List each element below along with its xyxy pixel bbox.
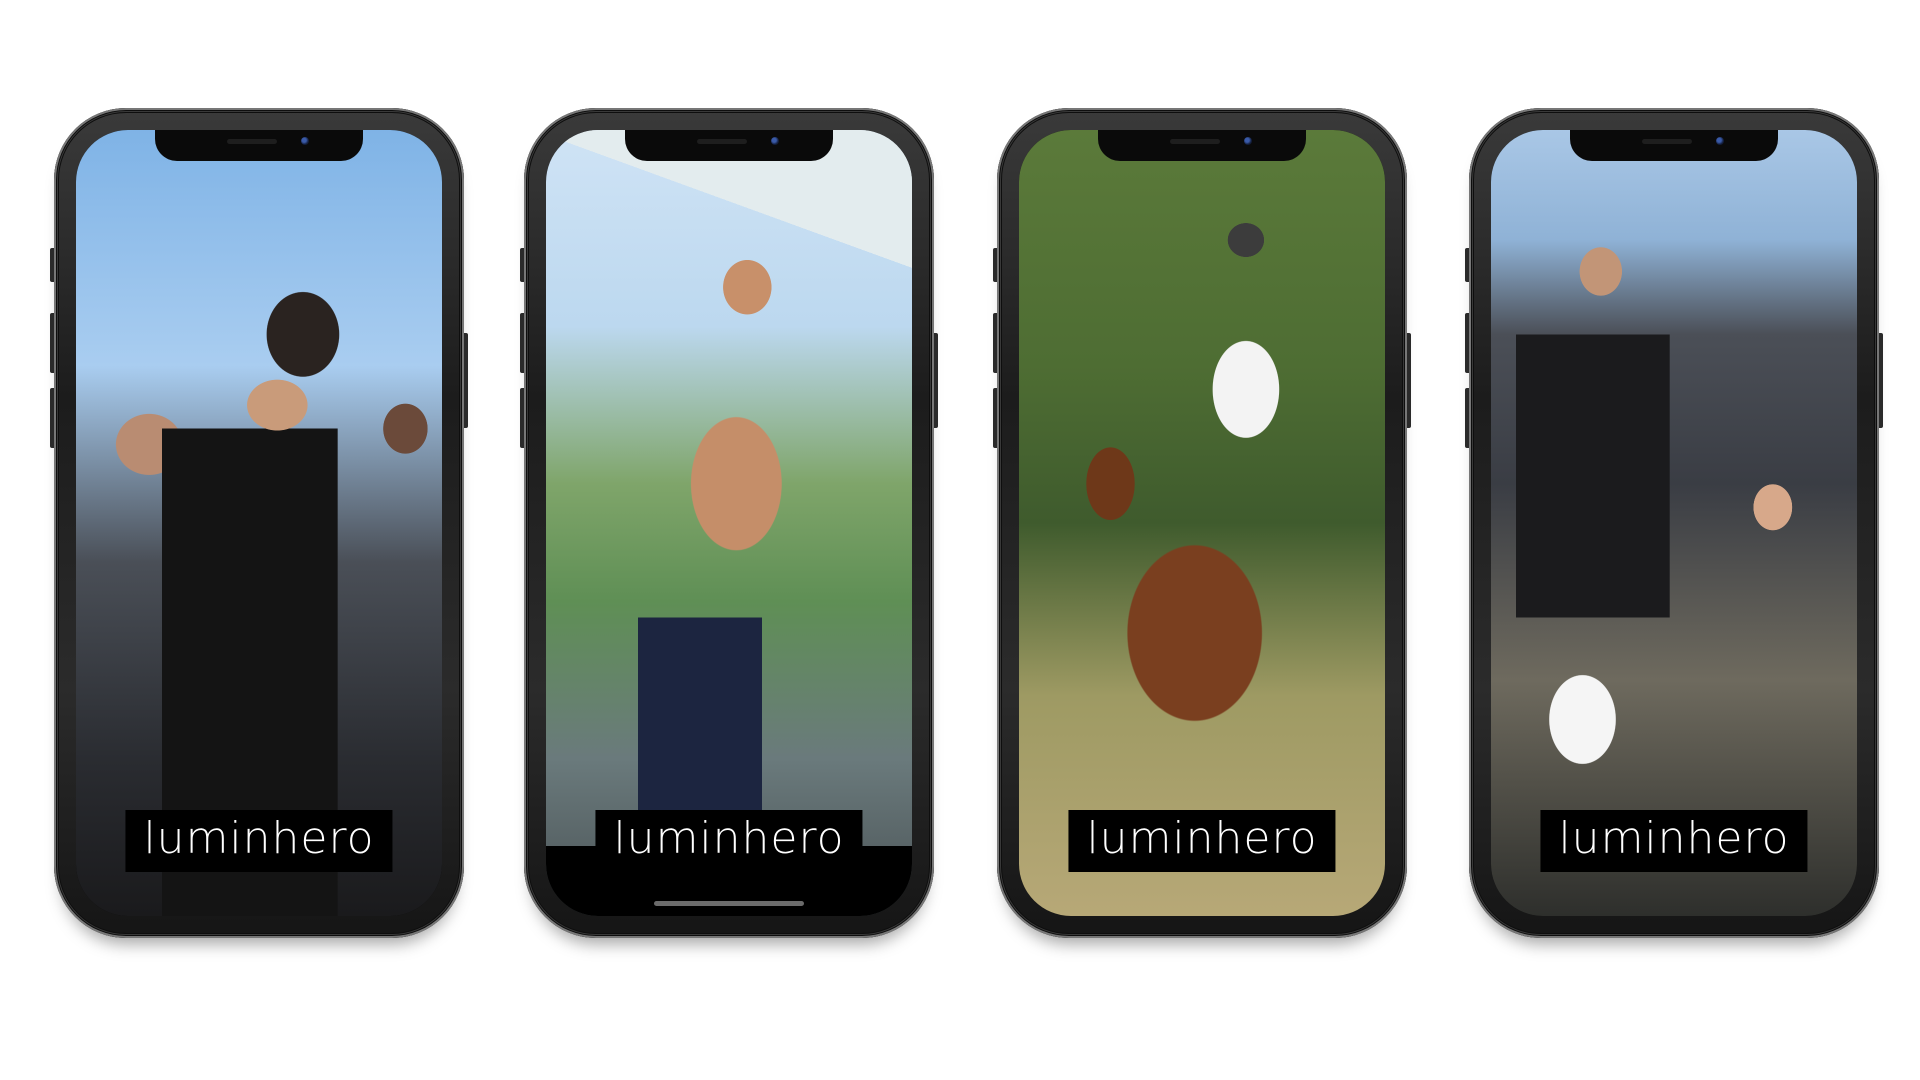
- camera-icon: [301, 137, 309, 145]
- home-indicator[interactable]: [654, 901, 804, 906]
- power-button: [464, 333, 468, 428]
- phone-screen: luminhero: [76, 130, 442, 916]
- phone-mockup-3: luminhero: [993, 108, 1411, 938]
- volume-up-button: [520, 313, 524, 373]
- caption-label: luminhero: [595, 810, 863, 872]
- phone-mockup-2: luminhero: [520, 108, 938, 938]
- phone-notch: [155, 130, 363, 161]
- volume-down-button: [520, 388, 524, 448]
- volume-down-button: [50, 388, 54, 448]
- volume-up-button: [50, 313, 54, 373]
- phone-notch: [1098, 130, 1306, 161]
- crowd-photo: [76, 130, 442, 916]
- speaker-icon: [697, 139, 747, 144]
- caption-label: luminhero: [125, 810, 393, 872]
- volume-up-button: [993, 313, 997, 373]
- flexing-man-photo: [546, 130, 912, 916]
- phone-mockup-4: luminhero: [1465, 108, 1883, 938]
- fitness-class-photo: [1491, 130, 1857, 916]
- caption-label: luminhero: [1540, 810, 1808, 872]
- polo-rider-photo: [1019, 130, 1385, 916]
- mute-switch: [993, 248, 997, 282]
- power-button: [1407, 333, 1411, 428]
- power-button: [1879, 333, 1883, 428]
- mute-switch: [1465, 248, 1469, 282]
- phone-screen: luminhero: [1491, 130, 1857, 916]
- camera-icon: [1244, 137, 1252, 145]
- volume-down-button: [993, 388, 997, 448]
- phone-screen: luminhero: [1019, 130, 1385, 916]
- volume-up-button: [1465, 313, 1469, 373]
- phone-screen: luminhero: [546, 130, 912, 916]
- speaker-icon: [1642, 139, 1692, 144]
- mute-switch: [50, 248, 54, 282]
- power-button: [934, 333, 938, 428]
- speaker-icon: [1170, 139, 1220, 144]
- phone-notch: [625, 130, 833, 161]
- camera-icon: [1716, 137, 1724, 145]
- phone-mockup-1: luminhero: [50, 108, 468, 938]
- speaker-icon: [227, 139, 277, 144]
- phone-notch: [1570, 130, 1778, 161]
- volume-down-button: [1465, 388, 1469, 448]
- caption-label: luminhero: [1068, 810, 1336, 872]
- mute-switch: [520, 248, 524, 282]
- camera-icon: [771, 137, 779, 145]
